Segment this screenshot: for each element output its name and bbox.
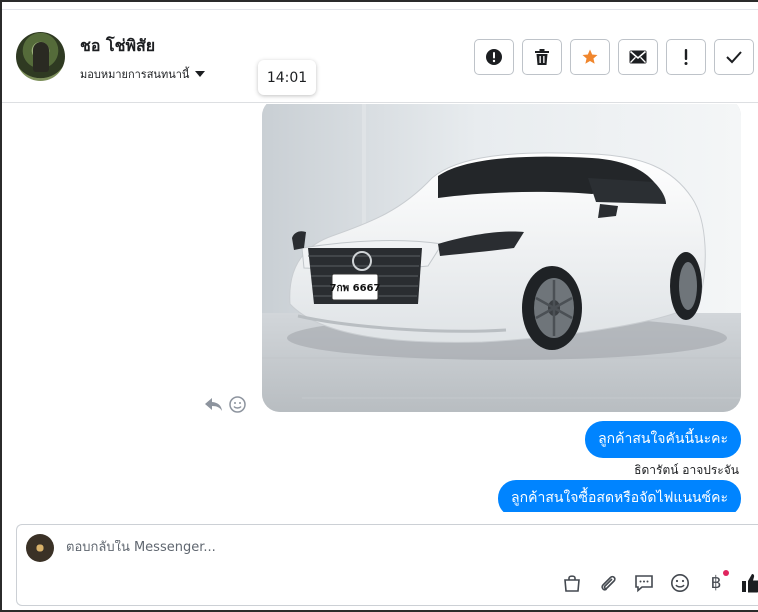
time-tooltip: 14:01 bbox=[258, 60, 316, 95]
star-button[interactable] bbox=[570, 39, 610, 75]
mark-spam-button[interactable] bbox=[474, 39, 514, 75]
trash-icon bbox=[535, 49, 549, 65]
contact-avatar[interactable] bbox=[16, 32, 65, 81]
contact-name[interactable]: ชอ โช่พิสัย bbox=[80, 34, 155, 59]
emoji-icon[interactable] bbox=[669, 572, 691, 594]
conversation-header: ชอ โช่พิสัย มอบหมายการสนทนานี้ 14:01 bbox=[2, 2, 758, 103]
alert-circle-icon bbox=[486, 49, 502, 65]
conversation-actions bbox=[474, 39, 754, 75]
saved-reply-icon[interactable] bbox=[633, 572, 655, 594]
outgoing-message[interactable]: ลูกค้าสนใจซื้อสดหรือจัดไฟแนนซ์คะ bbox=[498, 480, 741, 512]
reply-icon[interactable] bbox=[205, 397, 223, 412]
done-button[interactable] bbox=[714, 39, 754, 75]
license-plate-text: 7กพ 6667 bbox=[330, 283, 381, 294]
thumbs-up-icon[interactable] bbox=[741, 572, 758, 594]
outgoing-message[interactable]: ลูกค้าสนใจคันนี้นะคะ bbox=[585, 421, 741, 458]
delete-button[interactable] bbox=[522, 39, 562, 75]
inbox-frame: ชอ โช่พิสัย มอบหมายการสนทนานี้ 14:01 7กพ… bbox=[0, 0, 758, 612]
assign-label: มอบหมายการสนทนานี้ bbox=[80, 68, 190, 81]
message-sender-name: ธิดารัตน์ อาจประจัน bbox=[634, 463, 739, 477]
assign-conversation-dropdown[interactable]: มอบหมายการสนทนานี้ bbox=[80, 65, 206, 83]
baht-icon[interactable]: ฿ bbox=[705, 570, 729, 594]
paperclip-icon[interactable] bbox=[597, 572, 619, 594]
follow-up-button[interactable] bbox=[666, 39, 706, 75]
check-icon bbox=[726, 51, 742, 64]
envelope-icon bbox=[629, 50, 647, 64]
reply-composer: ฿ bbox=[16, 524, 758, 606]
message-tools bbox=[205, 396, 246, 413]
page-avatar bbox=[26, 534, 54, 562]
conversation-thread: 7กพ 6667 ลูกค้าสนใจคันนี้นะคะ ธิดารัตน์ … bbox=[2, 104, 758, 512]
car-photo-attachment[interactable]: 7กพ 6667 bbox=[262, 104, 741, 412]
notification-dot bbox=[723, 570, 729, 576]
header-divider bbox=[2, 9, 758, 10]
exclamation-icon bbox=[684, 49, 688, 65]
caret-down-icon bbox=[195, 71, 206, 77]
composer-toolbar: ฿ bbox=[561, 570, 758, 594]
react-emoji-icon[interactable] bbox=[229, 396, 246, 413]
mark-unread-button[interactable] bbox=[618, 39, 658, 75]
shopping-bag-icon[interactable] bbox=[561, 572, 583, 594]
reply-input[interactable] bbox=[66, 540, 666, 555]
star-icon bbox=[582, 49, 598, 64]
